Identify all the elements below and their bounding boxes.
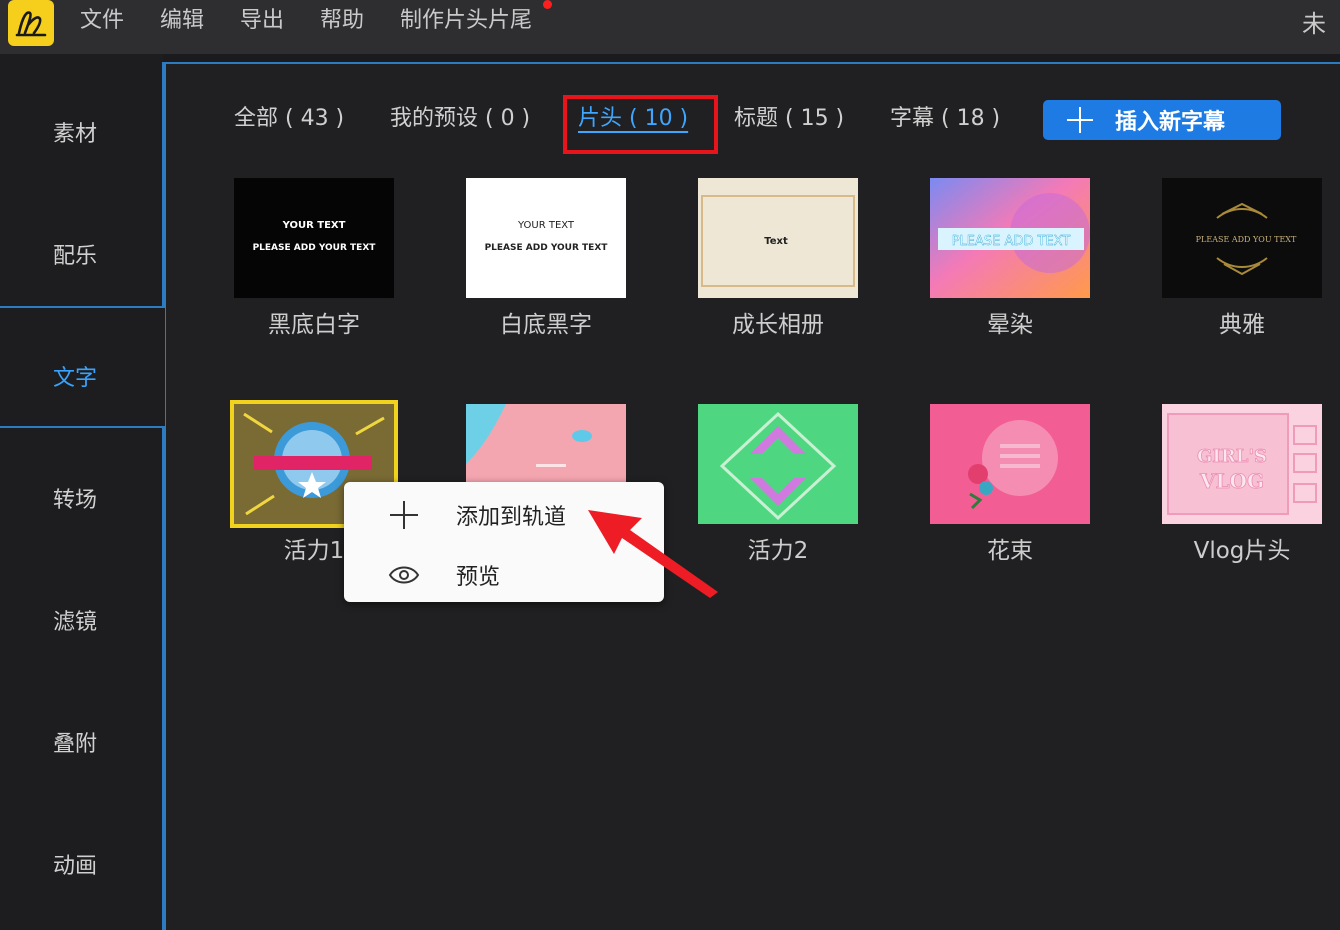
menu-export[interactable]: 导出: [240, 6, 284, 36]
thumb-text: VLOG: [1199, 469, 1264, 493]
thumb-text: PLEASE ADD YOU TEXT: [1196, 235, 1297, 244]
menu-edit[interactable]: 编辑: [160, 6, 204, 36]
template-thumb-growth-album[interactable]: Text: [698, 178, 858, 298]
thumb-text: PLEASE ADD YOUR TEXT: [485, 243, 609, 253]
template-thumb-vlog-intro[interactable]: GIRL'S VLOG: [1162, 404, 1322, 524]
template-thumb-blur[interactable]: PLEASE ADD TEXT: [930, 178, 1090, 298]
sidebar-item-filter[interactable]: 滤镜: [0, 604, 150, 636]
tab-all[interactable]: 全部 ( 43 ): [234, 103, 344, 135]
template-label: 典雅: [1219, 312, 1265, 338]
sidebar-divider-top: [0, 306, 164, 308]
sidebar-item-text[interactable]: 文字: [0, 360, 150, 392]
thumb-text: YOUR TEXT: [282, 220, 346, 231]
insert-button-label: 插入新字幕: [1115, 110, 1226, 135]
eye-icon: [388, 559, 420, 591]
window-title: 未: [1302, 10, 1326, 38]
tab-title[interactable]: 标题 ( 15 ): [734, 103, 844, 135]
template-label: 白底黑字: [500, 312, 592, 338]
tab-highlight-box: [563, 95, 718, 154]
template-label: Vlog片头: [1193, 538, 1291, 564]
insert-new-subtitle-button[interactable]: 插入新字幕: [1043, 100, 1281, 140]
tab-my-presets[interactable]: 我的预设 ( 0 ): [390, 103, 530, 135]
menu-file[interactable]: 文件: [80, 6, 124, 36]
sidebar-item-transition[interactable]: 转场: [0, 482, 150, 514]
annotation-arrow-icon: [588, 510, 718, 598]
plus-icon: [388, 499, 420, 531]
sidebar-item-animation[interactable]: 动画: [0, 848, 150, 880]
thumb-text: YOUR TEXT: [517, 220, 575, 231]
thumb-text: PLEASE ADD TEXT: [952, 234, 1071, 249]
menu-help[interactable]: 帮助: [320, 6, 364, 36]
template-thumb-black-white[interactable]: YOUR TEXT PLEASE ADD YOUR TEXT: [234, 178, 394, 298]
menubar: 文件 编辑 导出 帮助 制作片头片尾 未: [0, 0, 1340, 54]
sidebar-item-overlay[interactable]: 叠附: [0, 726, 150, 758]
template-thumb-bouquet[interactable]: [930, 404, 1090, 524]
sidebar-item-materials[interactable]: 素材: [0, 116, 150, 148]
template-thumb-elegant[interactable]: PLEASE ADD YOU TEXT: [1162, 178, 1322, 298]
template-label: 花束: [987, 538, 1033, 564]
notification-dot: [543, 0, 552, 9]
sidebar-item-music[interactable]: 配乐: [0, 238, 150, 270]
thumb-text: Text: [764, 236, 788, 247]
template-label: 晕染: [987, 312, 1033, 338]
thumb-text: GIRL'S: [1197, 446, 1267, 467]
add-to-track-label: 添加到轨道: [456, 505, 567, 530]
tab-subtitle[interactable]: 字幕 ( 18 ): [890, 103, 1000, 135]
template-thumb-white-black[interactable]: YOUR TEXT PLEASE ADD YOUR TEXT: [466, 178, 626, 298]
template-label: 黑底白字: [268, 312, 360, 338]
plus-icon: [1065, 105, 1095, 135]
active-tab-gap: [162, 308, 165, 426]
template-label: 成长相册: [732, 312, 824, 338]
preview-label: 预览: [456, 565, 501, 590]
app-logo-icon[interactable]: [8, 0, 54, 46]
thumb-text: PLEASE ADD YOUR TEXT: [253, 243, 377, 253]
menu-make-intro-outro[interactable]: 制作片头片尾: [400, 6, 532, 36]
sidebar-divider-bottom: [0, 426, 164, 428]
panel-border-lower: [162, 426, 164, 930]
panel-border-upper: [162, 62, 164, 308]
